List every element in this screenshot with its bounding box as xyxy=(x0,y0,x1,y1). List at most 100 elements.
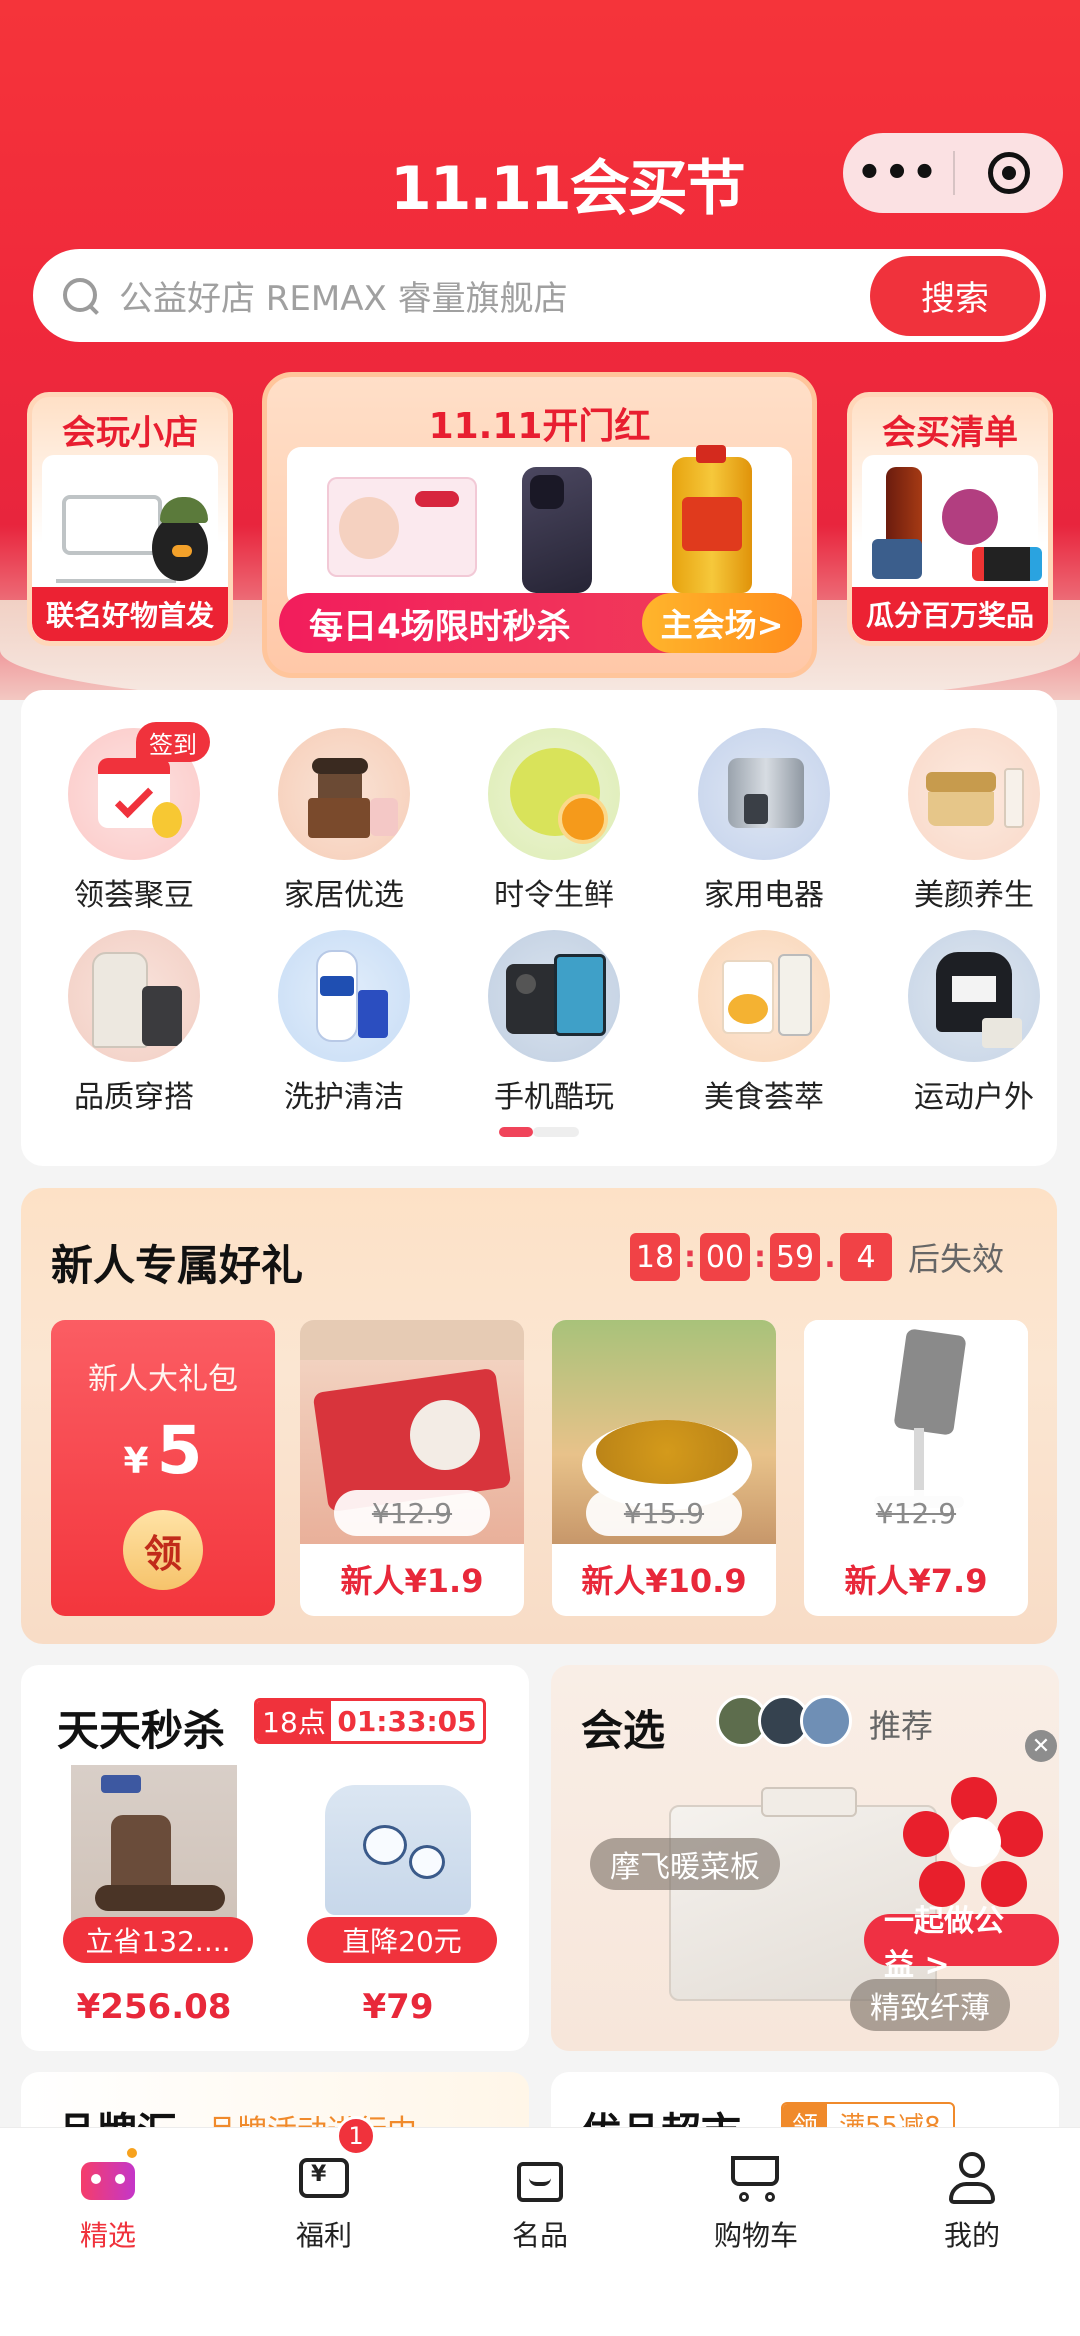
recommender-avatars xyxy=(716,1695,852,1747)
promo-center-image xyxy=(287,445,792,607)
category-item[interactable]: 洗护清洁 xyxy=(264,930,424,1115)
flash-sale-bar[interactable]: 每日4场限时秒杀 主会场> xyxy=(279,593,802,653)
gift-amount: ¥5 xyxy=(123,1412,203,1489)
category-label: 家居优选 xyxy=(284,878,404,913)
charity-button[interactable]: 一起做公益 > xyxy=(864,1904,1059,1983)
category-label: 品质穿搭 xyxy=(74,1080,194,1115)
tab-brands[interactable]: 名品 xyxy=(432,2128,648,2278)
promo-right-title: 会买清单 xyxy=(882,413,1018,453)
timer-minutes: 00 xyxy=(700,1233,750,1281)
category-label: 洗护清洁 xyxy=(284,1080,404,1115)
promo-left-image xyxy=(42,455,218,585)
category-item[interactable]: 时令生鲜 xyxy=(474,728,634,913)
user-icon xyxy=(941,2148,1003,2204)
sweater-image xyxy=(315,1765,481,1931)
promo-card-right[interactable]: 会买清单 瓜分百万奖品 xyxy=(847,392,1053,646)
category-item[interactable]: 美食荟萃 xyxy=(684,930,844,1115)
hair-dryer-image xyxy=(942,489,998,545)
search-input[interactable]: 公益好店 REMAX 睿量旗舰店 xyxy=(119,271,870,320)
feature-chip: 精致纤薄 xyxy=(850,1979,1010,2031)
original-price: ¥12.9 xyxy=(334,1490,490,1536)
search-bar[interactable]: 公益好店 REMAX 睿量旗舰店 搜索 xyxy=(33,249,1046,342)
save-amount-pill: 立省132.... xyxy=(63,1917,253,1963)
category-item[interactable]: 运动户外 xyxy=(894,930,1054,1115)
skincare-jar-icon xyxy=(908,728,1040,860)
coffee-machine-icon xyxy=(698,728,830,860)
close-icon[interactable]: ✕ xyxy=(1025,1730,1057,1762)
boot-image xyxy=(71,1765,237,1931)
category-label: 美食荟萃 xyxy=(704,1080,824,1115)
newuser-product-card[interactable]: ¥15.9 新人¥10.9 xyxy=(552,1320,776,1616)
category-item[interactable]: 家用电器 xyxy=(684,728,844,913)
promo-card-left[interactable]: 会玩小店 联名好物首发 xyxy=(27,392,233,646)
snack-bag-icon xyxy=(698,930,830,1062)
category-item[interactable]: 家居优选 xyxy=(264,728,424,913)
curated-card[interactable]: 会选 推荐 摩飞暖菜板 一起做公益 > 精致纤薄 xyxy=(551,1665,1059,2051)
flower-mascot-icon xyxy=(903,1777,1043,1917)
daily-seckill-card[interactable]: 天天秒杀 18点 01:33:05 立省132.... ¥256.08 直降20… xyxy=(21,1665,529,2051)
search-icon xyxy=(59,276,99,316)
newuser-product-card[interactable]: ¥12.9 新人¥1.9 xyxy=(300,1320,524,1616)
newuser-panel: 新人专属好礼 18 : 00 : 59 . 4 后失效 新人大礼包 ¥5 领 ¥… xyxy=(21,1188,1057,1644)
newuser-price: 新人¥1.9 xyxy=(340,1562,484,1600)
coat-luggage-icon xyxy=(68,930,200,1062)
promo-card-center[interactable]: 11.11开门红 每日4场限时秒杀 主会场> xyxy=(262,372,817,678)
category-label: 家用电器 xyxy=(704,878,824,913)
claim-gift-button[interactable]: 领 xyxy=(123,1510,203,1590)
seckill-item[interactable]: 直降20元 ¥79 xyxy=(291,1765,505,2041)
more-menu-button[interactable]: ••• xyxy=(843,150,953,196)
mini-program-capsule: ••• xyxy=(843,133,1063,213)
category-label: 时令生鲜 xyxy=(494,878,614,913)
app-root: 11.11会买节 ••• 公益好店 REMAX 睿量旗舰店 搜索 会玩小店 联名… xyxy=(0,0,1080,2336)
seckill-time-tag: 18点 01:33:05 xyxy=(254,1698,486,1744)
seckill-price: ¥256.08 xyxy=(76,1987,232,2027)
bag-icon xyxy=(509,2148,571,2204)
smartphone-image xyxy=(522,467,592,593)
newuser-product-card[interactable]: ¥12.9 新人¥7.9 xyxy=(804,1320,1028,1616)
coffee-grinder-icon xyxy=(278,728,410,860)
category-label: 美颜养生 xyxy=(914,878,1034,913)
newuser-price: 新人¥7.9 xyxy=(844,1562,988,1600)
timer-seconds: 59 xyxy=(770,1233,820,1281)
smartphone-icon xyxy=(488,930,620,1062)
game-console-image xyxy=(972,547,1042,581)
tab-label: 精选 xyxy=(79,2219,136,2252)
product-name-chip: 摩飞暖菜板 xyxy=(590,1838,780,1890)
category-item[interactable]: 美颜养生 xyxy=(894,728,1054,913)
category-item[interactable]: 品质穿搭 xyxy=(54,930,214,1115)
newuser-price: 新人¥10.9 xyxy=(581,1562,747,1600)
tab-featured[interactable]: 精选 xyxy=(0,2128,216,2278)
gift-title: 新人大礼包 xyxy=(88,1362,238,1397)
category-label: 手机酷玩 xyxy=(494,1080,614,1115)
featured-icon xyxy=(77,2148,139,2204)
curated-title: 会选 xyxy=(581,1706,666,1755)
tab-label: 我的 xyxy=(943,2219,1000,2252)
main-venue-button[interactable]: 主会场> xyxy=(642,593,802,653)
newuser-gift-card[interactable]: 新人大礼包 ¥5 领 xyxy=(51,1320,275,1616)
target-icon xyxy=(988,152,1030,194)
seckill-price: ¥79 xyxy=(362,1987,434,2027)
cart-icon xyxy=(725,2148,787,2204)
checkin-badge[interactable]: 签到 xyxy=(136,722,210,762)
promo-left-caption: 联名好物首发 xyxy=(32,587,228,641)
diaper-pack-image xyxy=(327,477,477,577)
tab-cart[interactable]: 购物车 xyxy=(648,2128,864,2278)
tab-profile[interactable]: 我的 xyxy=(864,2128,1080,2278)
category-page-indicator xyxy=(499,1127,579,1137)
close-mini-program-button[interactable] xyxy=(955,152,1063,194)
seckill-item[interactable]: 立省132.... ¥256.08 xyxy=(47,1765,261,2041)
sports-jacket-icon xyxy=(908,930,1040,1062)
search-button[interactable]: 搜索 xyxy=(870,255,1040,336)
countdown-timer: 18 : 00 : 59 . 4 后失效 xyxy=(630,1233,1004,1281)
category-item[interactable]: 手机酷玩 xyxy=(474,930,634,1115)
original-price: ¥12.9 xyxy=(838,1490,994,1536)
welfare-badge: 1 xyxy=(336,2116,376,2156)
tab-label: 购物车 xyxy=(713,2219,798,2252)
category-label: 运动户外 xyxy=(914,1080,1034,1115)
recommend-label: 推荐 xyxy=(869,1707,934,1745)
tab-welfare[interactable]: ¥ 1 福利 xyxy=(216,2116,432,2278)
tab-label: 福利 xyxy=(295,2219,352,2252)
category-item[interactable]: 签到 领荟聚豆 xyxy=(54,722,214,913)
brand-title: 11.11会买节 xyxy=(390,154,746,224)
seckill-title: 天天秒杀 xyxy=(57,1706,226,1755)
